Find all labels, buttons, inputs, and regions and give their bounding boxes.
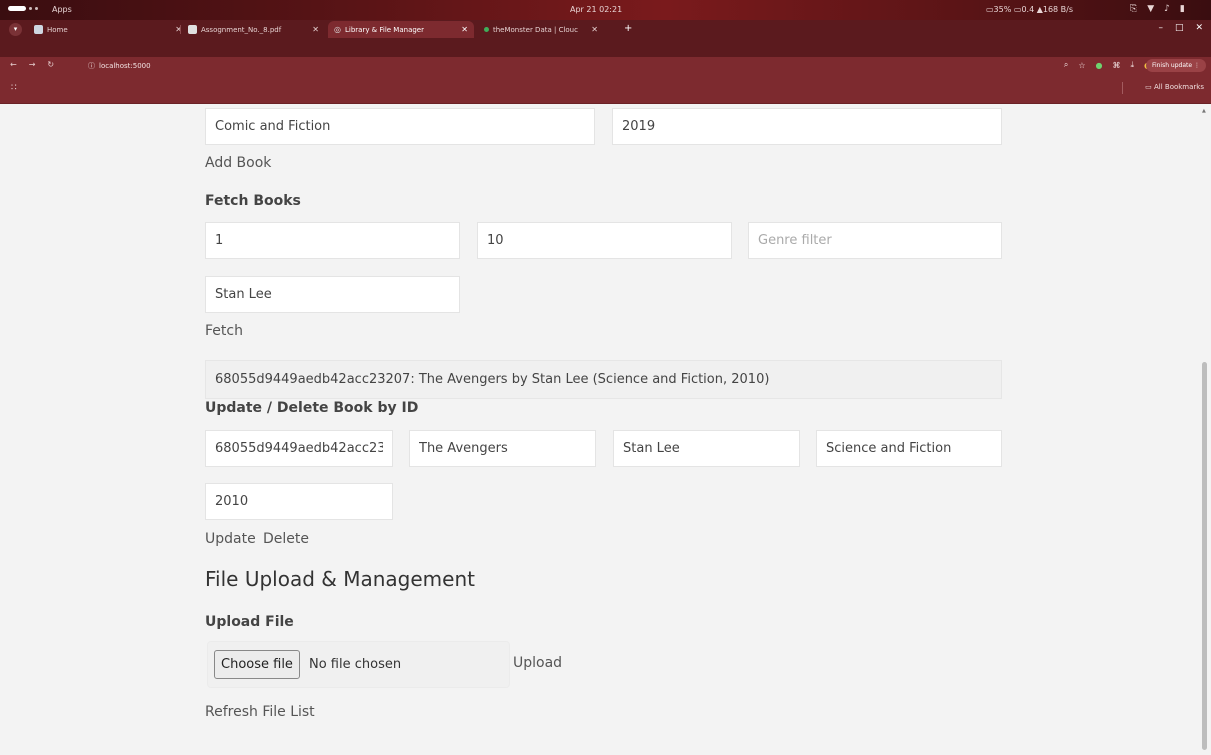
upload-file-heading: Upload File: [205, 614, 294, 630]
all-bookmarks-label: All Bookmarks: [1153, 83, 1204, 91]
url-field[interactable]: ⓘ localhost:5000: [88, 59, 151, 73]
zoom-icon[interactable]: ⌕: [1064, 60, 1068, 70]
tab-search-icon[interactable]: ▾: [9, 23, 22, 36]
refresh-file-list-button[interactable]: Refresh File List: [205, 704, 315, 720]
wifi-icon[interactable]: ▼: [1147, 4, 1154, 14]
author-filter-input[interactable]: [205, 276, 460, 313]
bookmark-star-icon[interactable]: ☆: [1078, 61, 1085, 70]
scroll-up-icon[interactable]: ▲: [1202, 108, 1206, 114]
all-bookmarks[interactable]: ▭ All Bookmarks: [1145, 83, 1204, 91]
extension-icon[interactable]: ●: [1095, 61, 1102, 70]
system-tray[interactable]: ⎘ ▼ ♪ ▮: [1130, 4, 1185, 14]
page-icon: [34, 25, 43, 34]
apps-grid-icon[interactable]: ∷: [11, 83, 17, 93]
finish-update-label: Finish update: [1151, 62, 1193, 69]
new-tab-icon[interactable]: +: [624, 23, 632, 34]
tab-home[interactable]: Home ✕: [28, 21, 188, 38]
reload-icon[interactable]: ↻: [47, 60, 54, 69]
tab-label: theMonster Data | Clouc: [493, 25, 578, 34]
bookmarks-bar: ∷ ▭ All Bookmarks: [0, 75, 1211, 104]
page-content: Add Book Fetch Books Fetch 68055d9449aed…: [0, 104, 1211, 755]
fetch-books-heading: Fetch Books: [205, 193, 301, 209]
tab-monster-data[interactable]: theMonster Data | Clouc ✕: [478, 21, 604, 38]
page-input[interactable]: [205, 222, 460, 259]
minimize-icon[interactable]: –: [1158, 23, 1163, 33]
file-status: No file chosen: [309, 657, 402, 672]
update-genre-input[interactable]: [816, 430, 1002, 467]
globe-icon: ◎: [334, 25, 341, 34]
tab-label: Library & File Manager: [344, 25, 424, 34]
file-input[interactable]: Choose file No file chosen: [207, 641, 510, 688]
close-icon[interactable]: ✕: [591, 25, 598, 34]
add-book-button[interactable]: Add Book: [205, 155, 271, 171]
activities-indicator[interactable]: [8, 6, 38, 11]
update-year-input[interactable]: [205, 483, 393, 520]
puzzle-icon[interactable]: ⌘: [1112, 61, 1120, 70]
choose-file-button[interactable]: Choose file: [214, 650, 300, 679]
window-controls: – □ ✕: [1158, 23, 1203, 33]
clipboard-icon[interactable]: ⎘: [1130, 4, 1137, 14]
close-icon[interactable]: ✕: [461, 25, 468, 34]
tab-library[interactable]: ◎ Library & File Manager ✕: [328, 21, 474, 38]
tab-label: Home: [47, 25, 68, 34]
download-icon[interactable]: ⤓: [1130, 60, 1134, 70]
fetch-result-item: 68055d9449aedb42acc23207: The Avengers b…: [205, 360, 1002, 399]
forward-icon[interactable]: →: [29, 60, 36, 69]
url-text: localhost:5000: [99, 62, 151, 70]
clock[interactable]: Apr 21 02:21: [570, 5, 622, 14]
book-id-input[interactable]: [205, 430, 393, 467]
system-stats: ▭35% ▭0.4 ▲168 B/s: [986, 5, 1074, 14]
update-delete-heading: Update / Delete Book by ID: [205, 400, 419, 416]
tab-pdf[interactable]: Assognment_No._8.pdf ✕: [182, 21, 325, 38]
limit-input[interactable]: [477, 222, 732, 259]
battery-icon[interactable]: ▮: [1180, 4, 1185, 14]
tab-strip: ▾ Home ✕ Assognment_No._8.pdf ✕ ◎ Librar…: [0, 20, 1211, 57]
update-author-input[interactable]: [613, 430, 800, 467]
add-genre-input[interactable]: [205, 108, 595, 145]
apps-menu[interactable]: Apps: [52, 5, 72, 14]
os-top-bar: Apps Apr 21 02:21 ▭35% ▭0.4 ▲168 B/s ⎘ ▼…: [0, 0, 1211, 20]
file-management-heading: File Upload & Management: [205, 567, 475, 591]
back-icon[interactable]: ←: [10, 60, 17, 69]
genre-filter-input[interactable]: [748, 222, 1002, 259]
upload-button[interactable]: Upload: [513, 655, 562, 671]
update-title-input[interactable]: [409, 430, 596, 467]
scrollbar-thumb[interactable]: [1202, 362, 1207, 750]
page-scrollbar[interactable]: ▲: [1200, 104, 1209, 755]
delete-button[interactable]: Delete: [263, 531, 309, 547]
add-year-input[interactable]: [612, 108, 1002, 145]
pdf-icon: [188, 25, 197, 34]
close-icon[interactable]: ✕: [312, 25, 319, 34]
fetch-button[interactable]: Fetch: [205, 323, 243, 339]
tab-label: Assognment_No._8.pdf: [201, 25, 282, 34]
address-bar: ← → ↻ ⓘ localhost:5000 ⌕ ☆ ● ⌘ ⤓ ● Finis…: [0, 57, 1211, 75]
close-window-icon[interactable]: ✕: [1195, 23, 1203, 33]
finish-update-button[interactable]: Finish update ⋮: [1145, 59, 1206, 72]
dot-icon: [484, 27, 489, 32]
volume-icon[interactable]: ♪: [1164, 4, 1170, 14]
site-info-icon[interactable]: ⓘ: [88, 61, 95, 71]
maximize-icon[interactable]: □: [1175, 23, 1184, 33]
update-button[interactable]: Update: [205, 531, 256, 547]
